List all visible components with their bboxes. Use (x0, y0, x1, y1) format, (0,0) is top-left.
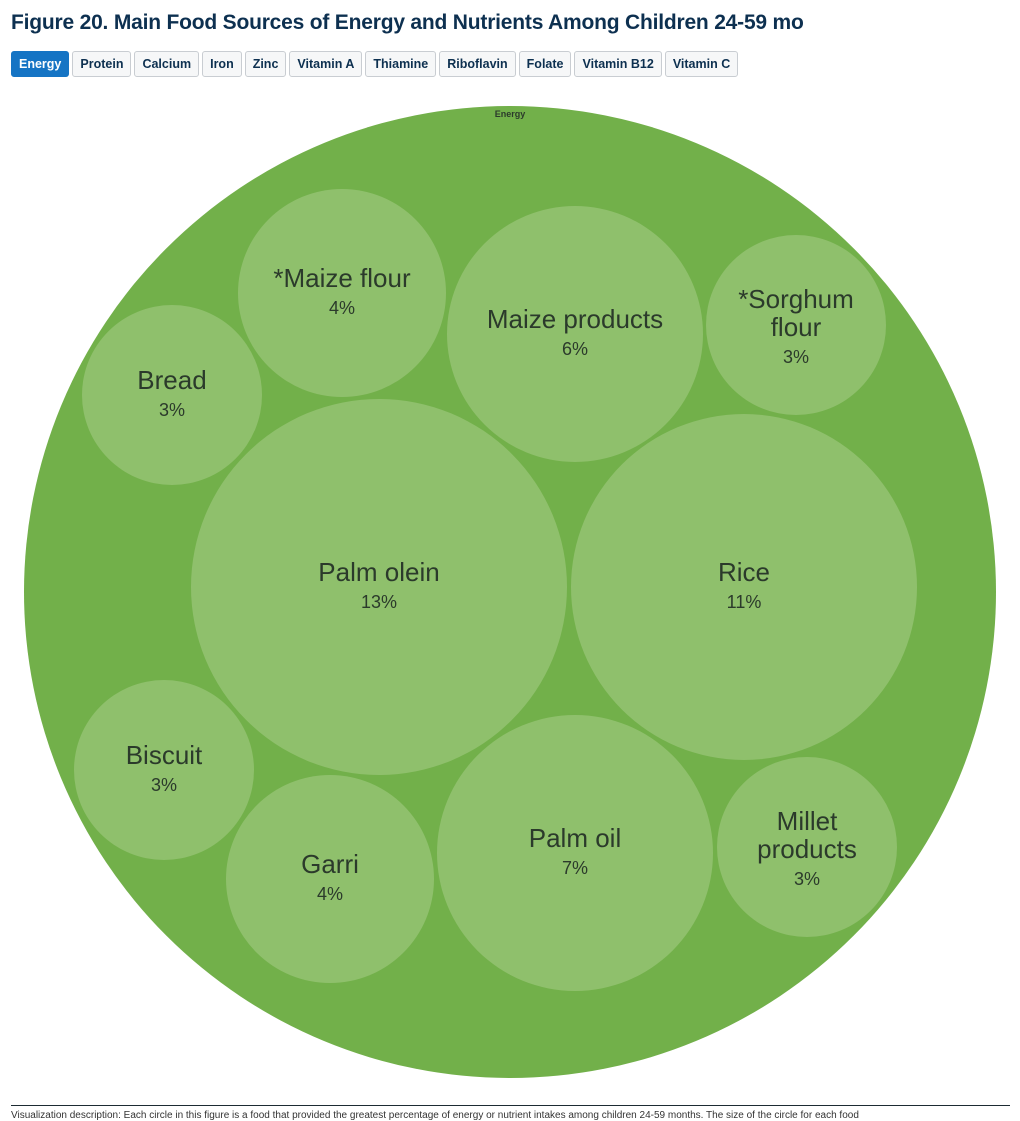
bubble-rice[interactable]: Rice 11% (571, 414, 917, 760)
bubble-garri[interactable]: Garri 4% (226, 775, 434, 983)
bubble-sorghum-flour[interactable]: *Sorghumflour 3% (706, 235, 886, 415)
bubble-circle-rice[interactable] (571, 414, 917, 760)
bubble-maize-products[interactable]: Maize products 6% (447, 206, 703, 462)
divider (11, 1105, 1010, 1106)
bubble-label: *Sorghum (738, 284, 854, 314)
bubble-value: 3% (794, 869, 820, 889)
bubble-value: 3% (783, 347, 809, 367)
bubble-palm-oil[interactable]: Palm oil 7% (437, 715, 713, 991)
visualization-description: Visualization description: Each circle i… (11, 1110, 859, 1121)
bubble-value: 3% (151, 775, 177, 795)
bubble-circle-palm-oil[interactable] (437, 715, 713, 991)
bubble-label: Millet (777, 806, 838, 836)
bubble-circle-maize-flour[interactable] (238, 189, 446, 397)
bubble-maize-flour[interactable]: *Maize flour 4% (238, 189, 446, 397)
bubble-bread[interactable]: Bread 3% (82, 305, 262, 485)
bubble-label: Bread (137, 365, 206, 395)
bubble-circle-biscuit[interactable] (74, 680, 254, 860)
bubble-value: 3% (159, 400, 185, 420)
bubble-chart: Energy Palm olein 13% Rice 11% Palm oil 7% Maiz… (24, 106, 996, 1078)
bubble-value: 13% (361, 592, 397, 612)
bubble-palm-olein[interactable]: Palm olein 13% (191, 399, 567, 775)
bubble-label: Maize products (487, 304, 663, 334)
bubble-label: products (757, 834, 857, 864)
bubble-circle-garri[interactable] (226, 775, 434, 983)
bubble-millet-products[interactable]: Milletproducts 3% (717, 757, 897, 937)
bubble-label: Biscuit (126, 740, 203, 770)
group-label: Energy (495, 109, 526, 119)
bubble-label: flour (771, 312, 822, 342)
bubble-circle-bread[interactable] (82, 305, 262, 485)
bubble-value: 4% (317, 884, 343, 904)
bubble-circle-palm-olein[interactable] (191, 399, 567, 775)
bubble-label: Palm oil (529, 823, 621, 853)
bubble-label: Garri (301, 849, 359, 879)
bubble-label: Rice (718, 557, 770, 587)
bubble-label: Palm olein (318, 557, 439, 587)
bubble-label: *Maize flour (273, 263, 411, 293)
bubble-value: 4% (329, 298, 355, 318)
bubble-value: 6% (562, 339, 588, 359)
bubble-value: 7% (562, 858, 588, 878)
bubble-circle-maize-products[interactable] (447, 206, 703, 462)
bubble-biscuit[interactable]: Biscuit 3% (74, 680, 254, 860)
bubble-value: 11% (727, 592, 762, 612)
